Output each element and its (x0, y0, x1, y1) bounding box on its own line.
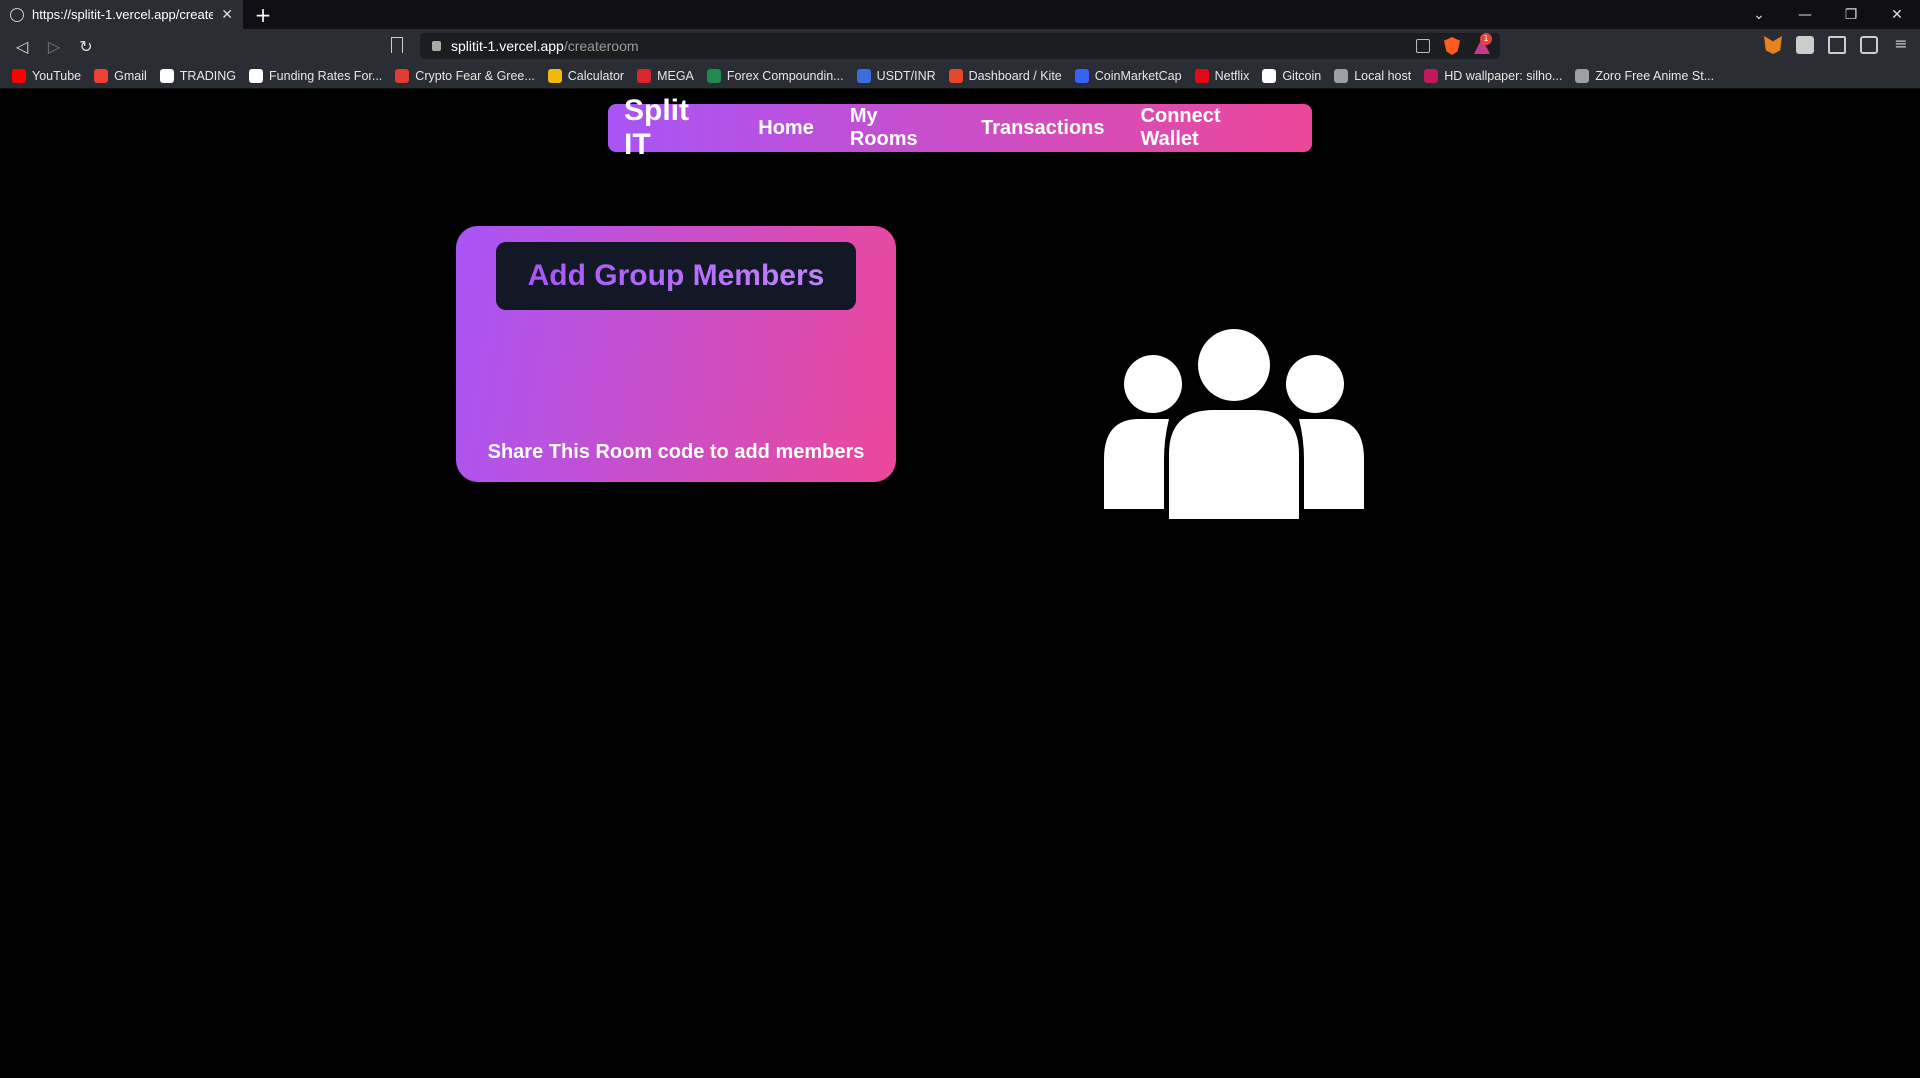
nav-link-transactions[interactable]: Transactions (981, 117, 1104, 140)
tab-close-icon[interactable]: ✕ (221, 7, 233, 23)
bookmark-item[interactable]: Local host (1334, 68, 1412, 83)
bookmarks-bar: YouTube Gmail TRADING Funding Rates For... C… (0, 63, 1920, 89)
bookmark-icon[interactable] (391, 37, 403, 53)
bookmark-favicon-icon (1262, 68, 1277, 83)
url-host: splitit-1.vercel.app (451, 38, 564, 54)
browser-toolbar: ◁ ▷ ↻ splitit-1.vercel.app/createroom 1 … (0, 29, 1920, 63)
bookmark-favicon-icon (1194, 68, 1209, 83)
forward-arrow-icon[interactable]: ▷ (38, 37, 70, 56)
back-arrow-icon[interactable]: ◁ (6, 37, 38, 56)
bookmark-label: Local host (1354, 68, 1412, 83)
rewards-badge: 1 (1480, 33, 1492, 45)
bookmark-label: MEGA (657, 68, 694, 83)
bookmark-item[interactable]: Forex Compoundin... (706, 68, 844, 83)
share-icon[interactable] (1416, 39, 1430, 53)
bookmark-favicon-icon (249, 68, 264, 83)
bookmark-favicon-icon (856, 68, 871, 83)
bookmark-item[interactable]: CoinMarketCap (1074, 68, 1182, 83)
group-users-icon (1104, 329, 1364, 519)
bookmark-label: Netflix (1214, 68, 1250, 83)
new-tab-button[interactable]: + (243, 3, 283, 27)
close-window-button[interactable]: ✕ (1874, 7, 1920, 23)
bookmark-item[interactable]: Netflix (1194, 68, 1250, 83)
globe-icon (10, 7, 24, 22)
restore-button[interactable]: ❐ (1828, 7, 1874, 23)
bookmark-label: Zoro Free Anime St... (1595, 68, 1715, 83)
bookmark-label: TRADING (179, 68, 237, 83)
bookmark-item[interactable]: Zoro Free Anime St... (1575, 68, 1715, 83)
address-bar[interactable]: splitit-1.vercel.app/createroom (420, 33, 1500, 59)
tab-search-icon[interactable]: ⌄ (1736, 7, 1782, 23)
minimize-button[interactable]: — (1782, 7, 1828, 23)
metamask-fox-icon[interactable] (1764, 36, 1782, 54)
bookmark-item[interactable]: Gitcoin (1262, 68, 1322, 83)
bookmark-item[interactable]: Crypto Fear & Gree... (395, 68, 535, 83)
room-code-caption: Share This Room code to add members (487, 441, 865, 463)
bookmark-item[interactable]: YouTube (12, 68, 82, 83)
bookmark-label: Funding Rates For... (269, 68, 383, 83)
room-card: Add Group Members Share This Room code t… (456, 226, 896, 482)
extensions-area: ≡ (1764, 36, 1910, 54)
bookmark-item[interactable]: USDT/INR (856, 68, 936, 83)
bookmark-favicon-icon (547, 68, 562, 83)
bookmark-favicon-icon (637, 68, 652, 83)
bookmark-label: Forex Compoundin... (726, 68, 844, 83)
bookmark-item[interactable]: Dashboard / Kite (948, 68, 1062, 83)
browser-tab-active[interactable]: https://splitit-1.vercel.app/createroom … (0, 0, 243, 29)
bookmark-favicon-icon (948, 68, 963, 83)
bookmark-item[interactable]: HD wallpaper: silho... (1424, 68, 1563, 83)
bookmark-label: HD wallpaper: silho... (1444, 68, 1563, 83)
connect-wallet-button[interactable]: Connect Wallet (1141, 105, 1276, 151)
nav-link-home[interactable]: Home (758, 117, 814, 140)
wallet-icon[interactable] (1860, 36, 1878, 54)
reload-icon[interactable]: ↻ (70, 37, 102, 56)
tab-title: https://splitit-1.vercel.app/createroom (32, 7, 214, 22)
bookmark-favicon-icon (1334, 68, 1349, 83)
bookmark-label: CoinMarketCap (1094, 68, 1182, 83)
page-content: Split IT Home My Rooms Transactions Conn… (0, 89, 1920, 1068)
bookmark-favicon-icon (395, 68, 410, 83)
brand-logo[interactable]: Split IT (624, 94, 718, 162)
lock-icon (432, 41, 441, 51)
browser-tabbar: https://splitit-1.vercel.app/createroom … (0, 0, 1920, 29)
extensions-puzzle-icon[interactable] (1796, 36, 1814, 54)
bookmark-label: Calculator (567, 68, 625, 83)
bookmark-label: YouTube (32, 68, 82, 83)
site-navbar: Split IT Home My Rooms Transactions Conn… (608, 94, 1312, 161)
bookmark-label: Gitcoin (1282, 68, 1322, 83)
bookmark-item[interactable]: Calculator (547, 68, 625, 83)
bookmark-favicon-icon (94, 68, 109, 83)
sidebar-toggle-icon[interactable] (1828, 36, 1846, 54)
bookmark-favicon-icon (706, 68, 721, 83)
bookmark-item[interactable]: Funding Rates For... (249, 68, 383, 83)
window-controls: ⌄ — ❐ ✕ (1736, 0, 1920, 29)
address-bar-actions (1416, 37, 1490, 55)
bookmark-label: Gmail (114, 68, 147, 83)
bookmark-label: Dashboard / Kite (968, 68, 1062, 83)
brave-shields-icon[interactable] (1444, 37, 1460, 55)
bookmark-item[interactable]: Gmail (94, 68, 147, 83)
bookmark-favicon-icon (12, 68, 26, 83)
nav-link-my-rooms[interactable]: My Rooms (850, 105, 945, 151)
bookmark-favicon-icon (1074, 68, 1089, 83)
add-group-members-button[interactable]: Add Group Members (496, 242, 856, 310)
add-group-members-label: Add Group Members (527, 259, 825, 292)
bookmark-item[interactable]: MEGA (637, 68, 694, 83)
menu-icon[interactable]: ≡ (1892, 36, 1910, 54)
bookmark-favicon-icon (1424, 68, 1439, 83)
bookmark-label: Crypto Fear & Gree... (415, 68, 535, 83)
url-path: /createroom (563, 38, 639, 54)
bookmark-label: USDT/INR (876, 68, 936, 83)
bookmark-favicon-icon (159, 68, 174, 83)
bookmark-item[interactable]: TRADING (159, 68, 237, 83)
bookmark-favicon-icon (1575, 68, 1590, 83)
